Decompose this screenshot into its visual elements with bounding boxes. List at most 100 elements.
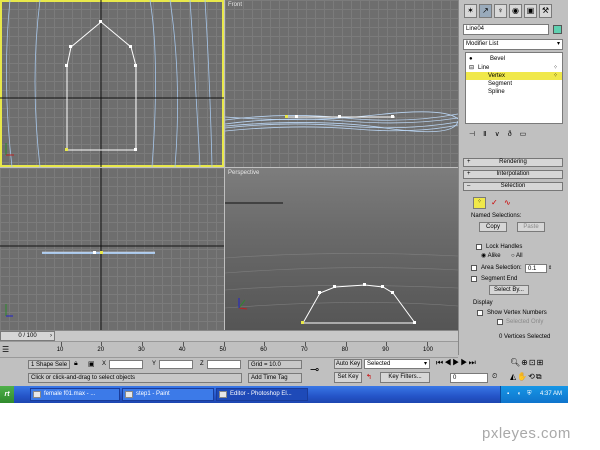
x-coordinate-field[interactable] <box>109 360 143 369</box>
time-config-icon[interactable]: ⏲ <box>492 373 497 381</box>
track-bar[interactable]: ☰ 10 20 30 40 50 60 70 80 90 100 <box>0 341 458 358</box>
viewport-perspective[interactable]: Perspective <box>225 168 458 330</box>
viewport-navigation-controls-2: ◭✋⟲⧉ <box>510 373 543 381</box>
show-end-result-icon[interactable]: Ⅱ <box>483 131 494 138</box>
make-unique-icon[interactable]: ∨ <box>495 131 508 138</box>
track-tick <box>264 342 266 346</box>
all-radio[interactable]: ○ All <box>511 252 523 260</box>
security-icon[interactable]: ⛨ <box>527 386 532 403</box>
key-filters-button[interactable]: Key Filters... <box>380 372 430 383</box>
named-selections-label: Named Selections: <box>471 213 522 219</box>
configure-sets-icon[interactable]: ▭ <box>520 131 535 138</box>
rollout-selection[interactable]: – Selection <box>463 182 563 191</box>
goto-end-icon[interactable]: ⏭ <box>469 358 477 367</box>
time-slider[interactable]: 0 / 100 › <box>0 330 458 341</box>
motion-tab-icon[interactable]: ◉ <box>509 4 522 18</box>
key-filter-icon[interactable]: ↰ <box>366 373 372 381</box>
selected-only-checkbox[interactable] <box>497 319 503 325</box>
stack-item-line[interactable]: ⊟ Line ⁘ <box>466 64 562 72</box>
current-frame-field[interactable]: 0 <box>450 373 488 383</box>
alike-radio[interactable]: ◉ Alike <box>481 252 501 260</box>
area-selection-label: Area Selection: <box>481 265 522 271</box>
subobject-icon: ⁘ <box>552 73 558 79</box>
viewport-top[interactable] <box>0 0 224 167</box>
status-bar: 1 Shape Sele 🔒︎ ▣ X Y Z Grid = 10.0 Clic… <box>0 358 568 385</box>
taskbar-item-photoshop[interactable]: Editor - Photoshop El... <box>216 388 308 401</box>
trackbar-menu-icon[interactable]: ☰ <box>2 345 9 354</box>
stack-item-bevel[interactable]: ● Bevel <box>466 55 562 63</box>
rollout-selection-label: Selection <box>500 183 526 189</box>
paste-button[interactable]: Paste <box>517 222 545 232</box>
zoom-all-icon[interactable]: ⊕ <box>521 358 529 367</box>
z-coordinate-field[interactable] <box>207 360 241 369</box>
pin-stack-icon[interactable]: ⊣ <box>469 131 483 138</box>
segment-end-checkbox[interactable] <box>471 276 477 282</box>
time-slider-frame: 0 / 100 <box>18 333 37 339</box>
set-key-button[interactable]: Set Key <box>334 372 362 383</box>
stack-item-vertex[interactable]: Vertex ⁘ <box>466 72 562 80</box>
time-slider-thumb[interactable]: 0 / 100 › <box>0 331 55 341</box>
segment-mode-icon[interactable]: ✓ <box>491 199 498 207</box>
display-tab-icon[interactable]: ▣ <box>524 4 537 18</box>
viewport-left[interactable] <box>0 168 224 330</box>
stack-item-segment[interactable]: Segment <box>466 80 562 88</box>
key-mode-value: Selected <box>367 361 391 367</box>
start-button[interactable]: rt <box>0 386 14 403</box>
pan-icon[interactable]: ✋ <box>517 372 528 381</box>
modifier-list-dropdown[interactable]: Modifier List ▾ <box>463 39 563 50</box>
taskbar-item-paint-label: step1 - Paint <box>136 391 170 397</box>
3ds-max-window: Front Perspective ✶ ↗ ♆ ◉ ▣ ⚒ Line04 Mod… <box>0 0 568 403</box>
spinner-arrows-icon[interactable]: ⇕ <box>548 264 552 272</box>
modify-tab-icon[interactable]: ↗ <box>479 4 492 18</box>
viewport-front[interactable]: Front <box>225 0 458 167</box>
select-by-button[interactable]: Select By... <box>489 285 529 295</box>
auto-key-button[interactable]: Auto Key <box>334 359 362 369</box>
y-coordinate-field[interactable] <box>159 360 193 369</box>
create-tab-icon[interactable]: ✶ <box>464 4 477 18</box>
stack-item-line-label: Line <box>478 65 490 71</box>
hierarchy-tab-icon[interactable]: ♆ <box>494 4 507 18</box>
track-tick <box>345 342 347 346</box>
track-tick-label: 60 <box>260 347 267 353</box>
photoshop-app-icon <box>219 391 227 398</box>
lock-handles-checkbox[interactable] <box>476 244 482 250</box>
track-tick <box>427 342 428 346</box>
vertex-mode-button[interactable]: ⁘ <box>473 197 486 209</box>
taskbar-item-paint[interactable]: step1 - Paint <box>122 388 214 401</box>
maximize-viewport-icon[interactable]: ⧉ <box>536 372 543 381</box>
grid-size-display: Grid = 10.0 <box>248 360 302 369</box>
stack-item-spline[interactable]: Spline <box>466 88 562 96</box>
3dsmax-app-icon <box>33 391 41 398</box>
object-color-swatch[interactable] <box>553 25 562 34</box>
bulb-icon: ● <box>469 56 473 62</box>
key-icon[interactable]: ⊸ <box>310 363 319 376</box>
next-frame-icon[interactable]: ▶ <box>460 358 468 367</box>
copy-button[interactable]: Copy <box>479 222 507 232</box>
zoom-icon[interactable]: 🔍︎ <box>510 358 521 367</box>
alike-label: Alike <box>487 253 501 259</box>
remove-modifier-icon[interactable]: ð <box>508 131 520 138</box>
key-mode-dropdown[interactable]: Selected ▾ <box>364 359 430 369</box>
show-vertex-numbers-checkbox[interactable] <box>477 310 483 316</box>
utilities-tab-icon[interactable]: ⚒ <box>539 4 552 18</box>
lock-selection-icon[interactable]: 🔒︎ <box>74 360 78 368</box>
track-tick-label: 40 <box>178 347 186 353</box>
absolute-mode-icon[interactable]: ▣ <box>88 360 95 368</box>
rollout-rendering[interactable]: + Rendering <box>463 158 563 167</box>
volume-icon[interactable]: ◖ <box>517 386 521 403</box>
network-icon[interactable]: ▪ <box>507 386 509 403</box>
arc-rotate-icon[interactable]: ⟲ <box>528 372 536 381</box>
area-selection-checkbox[interactable] <box>471 265 477 271</box>
add-time-tag-field[interactable]: Add Time Tag <box>248 373 302 383</box>
taskbar-item-3dsmax[interactable]: female f01.max - ... <box>30 388 120 401</box>
zoom-extents-icon[interactable]: ⊡ <box>529 358 537 367</box>
rollout-interpolation[interactable]: + Interpolation <box>463 170 563 179</box>
area-selection-spinner[interactable]: 0.1 <box>525 264 547 273</box>
clock: 4:37 AM <box>539 391 562 397</box>
object-name-field[interactable]: Line04 <box>463 24 549 35</box>
zoom-extents-all-icon[interactable]: ⊞ <box>537 358 545 367</box>
goto-start-icon[interactable]: ⏮ <box>436 358 444 367</box>
plus-icon: + <box>467 159 471 165</box>
spline-mode-icon[interactable]: ∿ <box>504 199 511 207</box>
display-group-label: Display <box>473 300 493 306</box>
